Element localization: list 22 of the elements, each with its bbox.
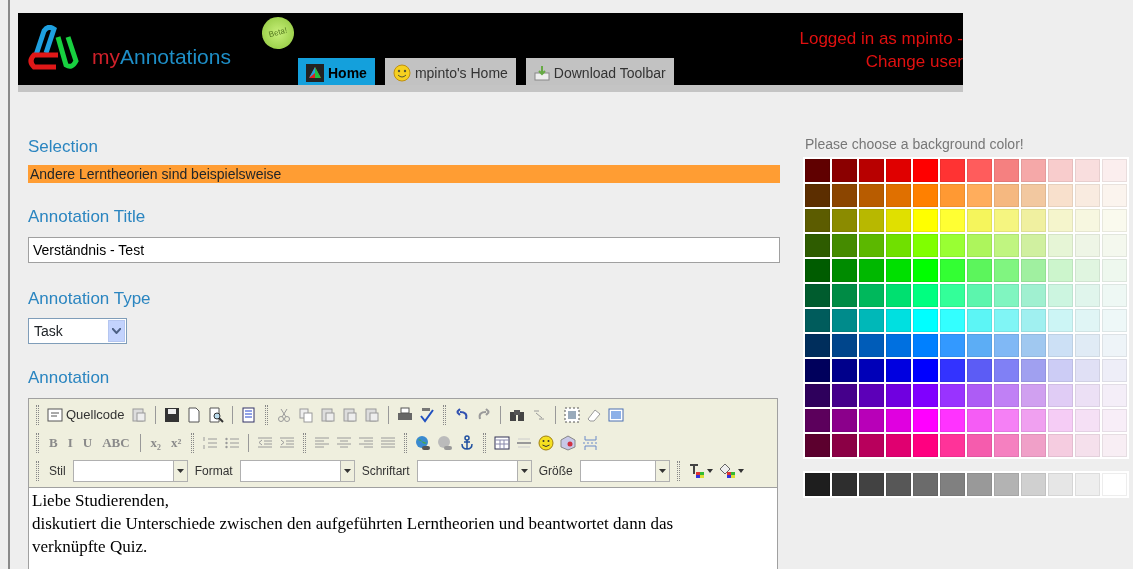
combo-label: Stil <box>48 463 67 480</box>
field-label: Annotation Type <box>28 289 152 309</box>
change-user-link[interactable]: Change user <box>865 52 963 71</box>
selected-text: Andere Lerntheorien sind beispielsweise <box>28 165 780 183</box>
logo-text: myAnnotations <box>92 44 231 67</box>
nav-tab[interactable]: Download Toolbar <box>525 58 674 85</box>
editor-content[interactable]: Liebe Studierenden, diskutiert die Unterschiede zwischen den aufgeführten Lerntheorien und beantwortet dann das verknüpfte Quiz. <box>29 488 777 569</box>
nav-tab[interactable]: mpinto's Home <box>384 58 516 85</box>
field-label: Annotation Title <box>28 207 147 227</box>
combo-label: Format <box>193 463 234 480</box>
field-label: Selection <box>28 137 99 157</box>
combo-label: Schriftart <box>360 463 411 480</box>
field-label: Annotation <box>28 368 111 388</box>
combo-label: Größe <box>537 463 574 480</box>
nav-tab[interactable]: Home <box>298 58 375 85</box>
paragraph: diskutiert die Unterschiede zwischen den aufgeführten Lerntheorien und beantwortet dann das verknüpfte Quiz. <box>32 513 675 558</box>
paragraph: Liebe Studierenden, <box>32 490 170 512</box>
source-code-button[interactable]: Quellcode <box>46 404 126 426</box>
palette-label: Please choose a background color! <box>805 135 1025 154</box>
type-dropdown[interactable]: Task <box>28 318 127 344</box>
login-status: Logged in as mpinto - <box>799 28 963 50</box>
title-field[interactable]: Verständnis - Test <box>28 237 780 263</box>
